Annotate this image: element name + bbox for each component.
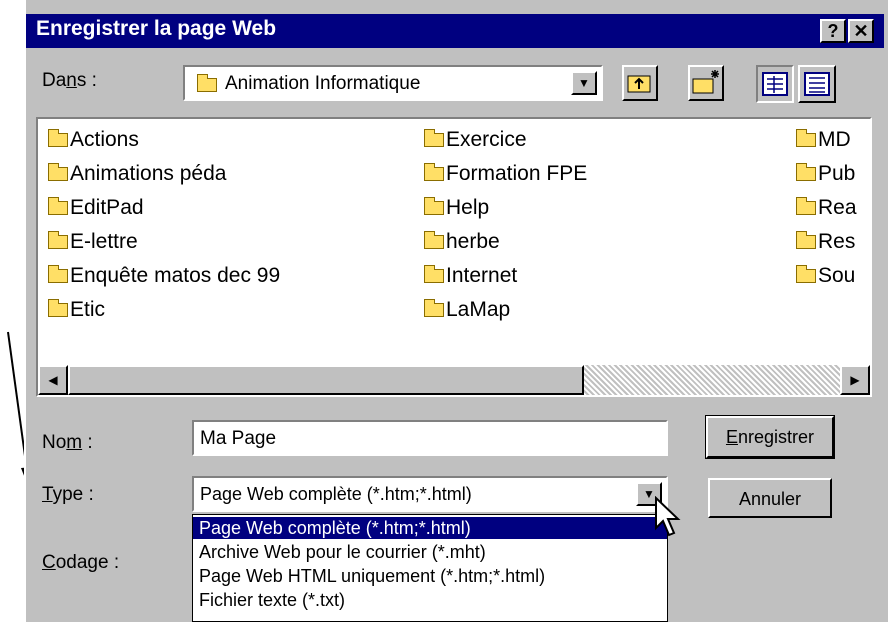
type-option[interactable]: Page Web complète (*.htm;*.html)	[193, 517, 667, 539]
scroll-left-button[interactable]: ◀	[38, 365, 68, 395]
file-name: EditPad	[70, 196, 144, 219]
location-dropdown-button[interactable]: ▼	[571, 71, 597, 95]
folder-icon	[48, 265, 68, 283]
folder-icon	[48, 299, 68, 317]
file-name: MD	[818, 128, 851, 151]
scroll-right-button[interactable]: ▶	[840, 365, 870, 395]
type-option[interactable]: Fichier texte (*.txt)	[193, 589, 667, 611]
file-list-item[interactable]: Formation FPE	[424, 161, 587, 187]
encoding-label: Codage :	[42, 552, 120, 573]
mouse-cursor-icon	[655, 496, 681, 537]
file-name: LaMap	[446, 298, 511, 321]
type-option[interactable]: Page Web HTML uniquement (*.htm;*.html)	[193, 565, 667, 587]
details-view-button[interactable]	[798, 65, 836, 103]
type-label: Type :	[42, 484, 94, 505]
type-value: Page Web complète (*.htm;*.html)	[200, 484, 472, 504]
file-list-item[interactable]: MD	[796, 127, 851, 153]
file-list-item[interactable]: herbe	[424, 229, 500, 255]
file-name: Actions	[70, 128, 139, 151]
save-button[interactable]: Enregistrer	[705, 415, 835, 459]
file-list-item[interactable]: EditPad	[48, 195, 144, 221]
file-list-item[interactable]: E-lettre	[48, 229, 138, 255]
location-label: Dans :	[42, 70, 97, 91]
file-list-item[interactable]: Exercice	[424, 127, 527, 153]
folder-icon	[796, 197, 816, 215]
folder-icon	[796, 163, 816, 181]
folder-icon	[796, 265, 816, 283]
save-button-label: Enregistrer	[725, 427, 815, 447]
file-list-item[interactable]: Internet	[424, 263, 517, 289]
filename-value: Ma Page	[200, 428, 277, 449]
filename-input[interactable]: Ma Page	[192, 420, 668, 456]
folder-icon	[48, 197, 68, 215]
cancel-button[interactable]: Annuler	[708, 478, 832, 518]
file-list-item[interactable]: Actions	[48, 127, 139, 153]
file-name: Pub	[818, 162, 856, 185]
file-list-item[interactable]: Animations péda	[48, 161, 226, 187]
chevron-down-icon: ▼	[578, 76, 590, 90]
cancel-button-label: Annuler	[738, 489, 802, 509]
folder-icon	[424, 129, 444, 147]
file-list-item[interactable]: Etic	[48, 297, 105, 323]
help-button[interactable]: ?	[820, 19, 846, 43]
folder-icon	[424, 299, 444, 317]
list-view-button[interactable]	[756, 65, 794, 103]
location-combo[interactable]: Animation Informatique ▼	[183, 65, 603, 101]
arrow-right-icon: ▶	[850, 373, 860, 387]
file-name: Rea	[818, 196, 857, 219]
file-name: Etic	[70, 298, 106, 321]
list-view-icon	[762, 72, 788, 96]
type-option[interactable]: Archive Web pour le courrier (*.mht)	[193, 541, 667, 563]
folder-open-icon	[197, 74, 217, 92]
file-list[interactable]: Actions Animations péda EditPad E-lettre Enq…	[36, 117, 872, 397]
folder-icon	[796, 231, 816, 249]
file-name: Sou	[818, 264, 856, 287]
folder-icon	[48, 163, 68, 181]
details-view-icon	[804, 72, 830, 96]
folder-icon	[48, 129, 68, 147]
file-name: Enquête matos dec 99	[70, 264, 281, 287]
folder-icon	[424, 265, 444, 283]
folder-icon	[424, 163, 444, 181]
arrow-left-icon: ◀	[48, 373, 58, 387]
file-name: Res	[818, 230, 856, 253]
file-name: Exercice	[446, 128, 527, 151]
up-folder-button[interactable]	[622, 65, 658, 101]
file-list-item[interactable]: Res	[796, 229, 855, 255]
type-select[interactable]: Page Web complète (*.htm;*.html) ▼	[192, 476, 668, 512]
new-folder-icon	[692, 70, 719, 94]
horizontal-scrollbar[interactable]: ◀ ▶	[38, 365, 870, 395]
file-name: E-lettre	[70, 230, 138, 253]
file-list-item[interactable]: LaMap	[424, 297, 510, 323]
file-name: Internet	[446, 264, 518, 287]
file-name: herbe	[446, 230, 500, 253]
type-dropdown-list[interactable]: Page Web complète (*.htm;*.html) Archive…	[192, 514, 668, 622]
dialog-title: Enregistrer la page Web	[36, 17, 277, 40]
file-name: Animations péda	[70, 162, 227, 185]
folder-icon	[424, 231, 444, 249]
file-list-item[interactable]: Enquête matos dec 99	[48, 263, 280, 289]
scrollbar-thumb[interactable]	[68, 365, 584, 395]
filename-label: Nom :	[42, 432, 93, 453]
new-folder-button[interactable]	[688, 65, 724, 101]
file-list-item[interactable]: Pub	[796, 161, 855, 187]
folder-icon	[48, 231, 68, 249]
file-name: Help	[446, 196, 490, 219]
file-list-item[interactable]: Help	[424, 195, 489, 221]
up-folder-icon	[627, 75, 651, 93]
file-list-item[interactable]: Rea	[796, 195, 857, 221]
file-list-item[interactable]: Sou	[796, 263, 855, 289]
close-button[interactable]: ✕	[848, 19, 874, 43]
folder-icon	[796, 129, 816, 147]
location-value: Animation Informatique	[225, 73, 421, 94]
folder-icon	[424, 197, 444, 215]
file-name: Formation FPE	[446, 162, 588, 185]
